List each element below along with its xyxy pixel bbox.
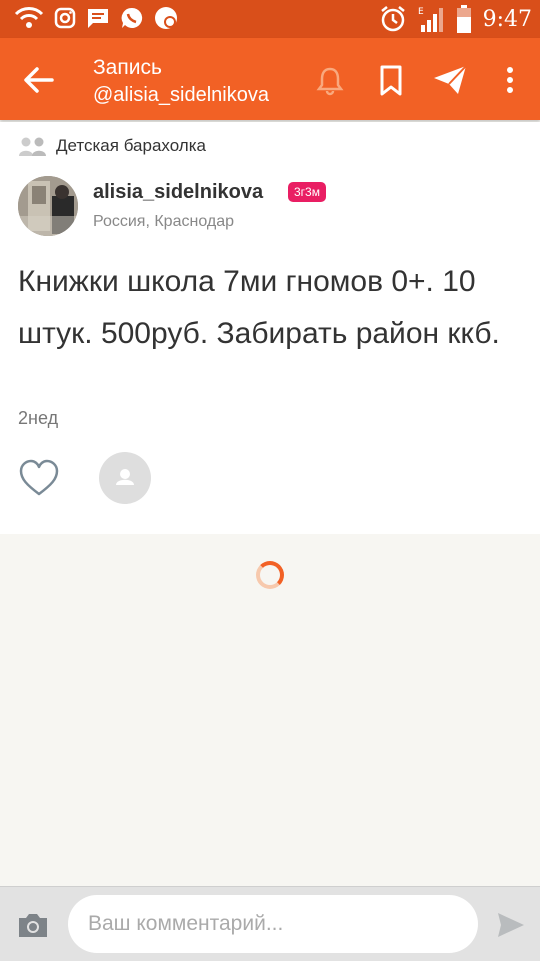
send-button[interactable] bbox=[432, 62, 468, 98]
status-time: 9:47 bbox=[482, 6, 532, 32]
post-card: Детская барахолка alisia_sidelnikova 3г3… bbox=[0, 122, 540, 534]
camera-icon bbox=[19, 914, 47, 937]
subscribe-button[interactable] bbox=[312, 62, 348, 98]
back-arrow-icon bbox=[24, 67, 54, 93]
svg-text:E: E bbox=[418, 7, 424, 17]
attach-photo-button[interactable] bbox=[17, 911, 49, 939]
back-button[interactable] bbox=[18, 60, 58, 100]
notification-icon bbox=[155, 7, 177, 29]
app-bar: Запись @alisia_sidelnikova bbox=[0, 38, 540, 120]
comment-bar bbox=[0, 886, 540, 961]
battery-icon bbox=[456, 5, 471, 33]
author-avatar[interactable] bbox=[18, 176, 78, 236]
heart-icon bbox=[19, 459, 59, 496]
message-icon bbox=[88, 9, 108, 28]
send-arrow-icon bbox=[498, 913, 524, 937]
page-title: Запись bbox=[93, 56, 162, 79]
bookmark-button[interactable] bbox=[373, 62, 409, 98]
loading-spinner bbox=[256, 561, 284, 589]
group-icon bbox=[19, 137, 46, 156]
author-location: Россия, Краснодар bbox=[93, 213, 234, 230]
post-text: Книжки школа 7ми гномов 0+. 10 штук. 500… bbox=[18, 265, 500, 350]
post-timestamp: 2нед bbox=[18, 408, 59, 428]
status-badge: 3г3м bbox=[288, 182, 326, 202]
signal-icon: E bbox=[418, 7, 443, 32]
comment-input[interactable] bbox=[68, 895, 478, 953]
status-bar: E 9:47 bbox=[0, 0, 540, 38]
page-subtitle[interactable]: @alisia_sidelnikova bbox=[93, 84, 269, 107]
like-button[interactable] bbox=[18, 458, 60, 498]
group-name: Детская барахолка bbox=[56, 136, 206, 155]
alarm-icon bbox=[380, 6, 405, 32]
send-comment-button[interactable] bbox=[496, 911, 526, 939]
group-link[interactable]: Детская барахолка bbox=[18, 135, 206, 157]
send-icon bbox=[434, 65, 467, 94]
bell-icon bbox=[316, 67, 344, 96]
more-button[interactable] bbox=[492, 62, 528, 98]
user-icon bbox=[116, 469, 134, 485]
instagram-icon bbox=[54, 7, 76, 29]
author-name[interactable]: alisia_sidelnikova bbox=[93, 181, 263, 204]
more-vertical-icon bbox=[507, 67, 513, 93]
reshare-button[interactable] bbox=[99, 452, 151, 504]
whatsapp-icon bbox=[121, 7, 143, 29]
wifi-icon bbox=[14, 7, 44, 28]
bookmark-icon bbox=[380, 65, 402, 96]
